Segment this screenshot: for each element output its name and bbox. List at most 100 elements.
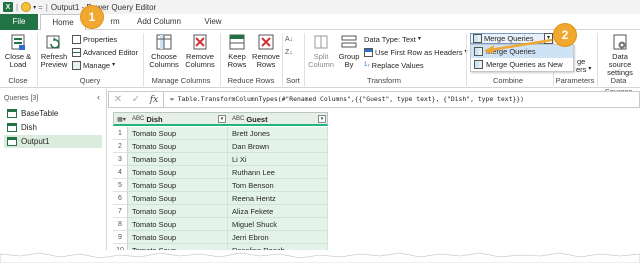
chevron-down-icon: ▾ [112,62,116,68]
group-by-icon [340,33,358,51]
sort-descending-button[interactable]: Z↓ [285,47,293,58]
remove-rows-icon [257,33,275,51]
table-row[interactable]: 1 Tomato Soup Brett Jones [113,127,328,140]
filter-guest-icon[interactable]: ▾ [318,115,326,123]
remove-rows-button[interactable]: Remove Rows [252,33,280,69]
replace-values-button[interactable]: 1₂ Replace Values [364,60,424,71]
column-header-dish[interactable]: ABC Dish [129,113,229,125]
cell-dish[interactable]: Tomato Soup [128,179,228,192]
refresh-preview-button[interactable]: Refresh Preview [39,33,69,69]
group-close-label: Close [8,76,28,85]
group-data-sources-label: Data Sources [605,76,633,96]
row-number[interactable]: 2 [113,140,128,153]
row-number[interactable]: 9 [113,231,128,244]
choose-columns-icon [155,33,173,51]
table-icon [7,123,17,132]
cell-guest[interactable]: Jerri Ebron [228,231,328,244]
group-manage-columns-label: Manage Columns [151,76,211,85]
cell-dish[interactable]: Tomato Soup [128,205,228,218]
row-number[interactable]: 6 [113,192,128,205]
chevron-down-icon: ▾ [417,36,421,42]
row-number[interactable]: 4 [113,166,128,179]
row-number[interactable]: 3 [113,153,128,166]
row-number[interactable]: 1 [113,127,128,140]
cell-guest[interactable]: Reena Hentz [228,192,328,205]
advanced-editor-button[interactable]: Advanced Editor [72,47,138,58]
data-source-settings-button[interactable]: Data source settings [600,33,640,77]
sort-ascending-icon: A↓ [285,36,294,43]
table-row[interactable]: 3 Tomato Soup Li Xi [113,153,328,166]
text-type-icon[interactable]: ABC [232,116,244,122]
table-icon [7,109,17,118]
table-row[interactable]: 5 Tomato Soup Tom Benson [113,179,328,192]
cell-guest[interactable]: Tom Benson [228,179,328,192]
quick-access-dropdown-icon[interactable]: ▾ [33,4,36,11]
table-row[interactable]: 2 Tomato Soup Dan Brown [113,140,328,153]
tab-add-column[interactable]: Add Column [128,14,190,30]
data-type-dropdown[interactable]: Data Type: Text ▾ [364,34,421,45]
filter-dish-icon[interactable]: ▾ [218,115,226,123]
tab-view[interactable]: View [196,14,230,30]
confirm-formula-icon[interactable]: ✓ [127,94,145,105]
advanced-editor-icon [72,48,81,57]
use-first-row-headers-button[interactable]: Use First Row as Headers ▾ [364,47,468,58]
cell-dish[interactable]: Tomato Soup [128,231,228,244]
collapse-pane-icon[interactable]: ‹ [97,92,100,102]
menu-item-merge-as-new[interactable]: Merge Queries as New [471,58,573,71]
row-number[interactable]: 7 [113,205,128,218]
formula-input[interactable]: = Table.TransformColumnTypes(#"Renamed C… [163,92,639,107]
group-reduce-rows-label: Reduce Rows [227,76,275,85]
grid-header: ▦▾ ABC Dish ▾ ABC Guest ▾ [113,112,328,126]
table-row[interactable]: 6 Tomato Soup Reena Hentz [113,192,328,205]
first-row-headers-icon [364,48,373,57]
cell-dish[interactable]: Tomato Soup [128,153,228,166]
table-row[interactable]: 7 Tomato Soup Aliza Fekete [113,205,328,218]
cell-guest[interactable]: Brett Jones [228,127,328,140]
query-item-dish[interactable]: Dish [4,121,102,134]
data-source-settings-icon [611,33,629,51]
cell-guest[interactable]: Aliza Fekete [228,205,328,218]
close-load-button[interactable]: Close & Load [3,33,33,69]
cell-dish[interactable]: Tomato Soup [128,218,228,231]
table-icon [7,137,17,146]
cell-dish[interactable]: Tomato Soup [128,127,228,140]
cell-dish[interactable]: Tomato Soup [128,192,228,205]
query-item-basetable[interactable]: BaseTable [4,107,102,120]
torn-edge [0,250,640,263]
column-header-guest[interactable]: ABC Guest [229,113,329,125]
group-transform-label: Transform [367,76,401,85]
keep-rows-button[interactable]: Keep Rows [223,33,251,69]
merge-as-new-icon [474,60,483,69]
cell-guest[interactable]: Miguel Shuck [228,218,328,231]
choose-columns-button[interactable]: Choose Columns [146,33,182,69]
smiley-icon[interactable] [21,2,32,12]
table-row[interactable]: 8 Tomato Soup Miguel Shuck [113,218,328,231]
row-number[interactable]: 5 [113,179,128,192]
annotation-arrow [484,38,553,54]
cell-dish[interactable]: Tomato Soup [128,140,228,153]
table-row[interactable]: 4 Tomato Soup Ruthann Lee [113,166,328,179]
group-parameters-label: Parameters [555,76,595,85]
fx-icon[interactable]: fx [145,95,163,105]
excel-icon: X [3,2,13,12]
sort-ascending-button[interactable]: A↓ [285,34,293,45]
query-item-output1[interactable]: Output1 [4,135,102,148]
cell-dish[interactable]: Tomato Soup [128,166,228,179]
split-column-button[interactable]: Split Column [306,33,336,69]
properties-button[interactable]: Properties [72,34,117,45]
remove-columns-button[interactable]: Remove Columns [184,33,216,69]
table-menu-icon[interactable]: ▦▾ [114,113,129,125]
close-load-icon [9,33,27,51]
row-number[interactable]: 8 [113,218,128,231]
tab-file[interactable]: File [0,14,38,30]
group-by-button[interactable]: Group By [336,33,362,69]
formula-bar: ✕ ✓ fx = Table.TransformColumnTypes(#"Re… [108,91,640,108]
text-type-icon[interactable]: ABC [132,116,144,122]
table-row[interactable]: 9 Tomato Soup Jerri Ebron [113,231,328,244]
title-separator: | [16,2,19,12]
cancel-formula-icon[interactable]: ✕ [109,94,127,105]
cell-guest[interactable]: Li Xi [228,153,328,166]
cell-guest[interactable]: Ruthann Lee [228,166,328,179]
manage-button[interactable]: Manage ▾ [72,60,115,71]
cell-guest[interactable]: Dan Brown [228,140,328,153]
